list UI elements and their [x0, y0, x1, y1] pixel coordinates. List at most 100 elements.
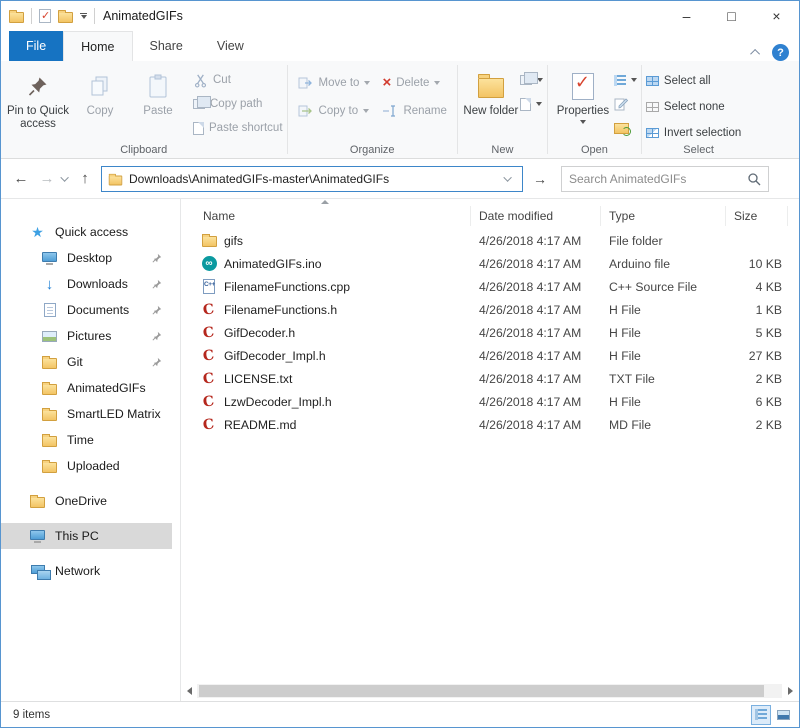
ribbon-strip-right: ?: [753, 44, 799, 61]
details-view-button[interactable]: [751, 705, 771, 725]
group-label: Select: [642, 144, 755, 156]
ribbon-tab[interactable]: Home: [63, 31, 132, 61]
move-to-button[interactable]: Move to: [298, 76, 371, 90]
table-row[interactable]: FilenameFunctions.h 4/26/2018 4:17 AM H …: [193, 298, 799, 321]
address-bar[interactable]: Downloads\AnimatedGIFs-master\AnimatedGI…: [101, 166, 523, 192]
table-row[interactable]: GifDecoder.h 4/26/2018 4:17 AM H File 5 …: [193, 321, 799, 344]
ribbon-tab[interactable]: File: [9, 31, 63, 61]
table-row[interactable]: FilenameFunctions.cpp 4/26/2018 4:17 AM …: [193, 275, 799, 298]
copy-to-button[interactable]: Copy to: [298, 104, 371, 118]
table-row[interactable]: LICENSE.txt 4/26/2018 4:17 AM TXT File 2…: [193, 367, 799, 390]
sidebar-item[interactable]: This PC: [1, 523, 172, 549]
sidebar-item[interactable]: Time: [1, 427, 180, 453]
invert-selection-button[interactable]: Invert selection: [646, 123, 741, 142]
new-folder-button[interactable]: New folder: [462, 64, 520, 142]
select-none-button[interactable]: Select none: [646, 98, 741, 117]
search-input[interactable]: [569, 172, 747, 186]
horizontal-scrollbar[interactable]: [181, 684, 798, 698]
properties-button[interactable]: Properties: [552, 64, 614, 142]
explorer-window: AnimatedGIFs – □ × File Home Share View …: [0, 0, 800, 728]
file-icon: [201, 348, 217, 364]
file-size: 4 KB: [726, 280, 788, 294]
qat-new-folder-icon[interactable]: [58, 12, 73, 23]
close-button[interactable]: ×: [754, 1, 799, 31]
go-button[interactable]: →: [529, 166, 551, 192]
scrollbar-thumb[interactable]: [199, 685, 764, 697]
sidebar-item-label: Git: [67, 355, 83, 369]
sidebar-item[interactable]: Documents: [1, 297, 180, 323]
scrollbar-track[interactable]: [197, 684, 782, 698]
copy-path-button[interactable]: Copy path: [193, 94, 283, 114]
file-size: 1 KB: [726, 303, 788, 317]
thumbnails-view-button[interactable]: [773, 705, 793, 725]
collapse-ribbon-icon[interactable]: [750, 49, 760, 59]
sidebar-item-label: This PC: [55, 529, 99, 543]
delete-button[interactable]: × Delete: [382, 76, 446, 90]
history-icon: [614, 123, 629, 134]
sidebar-item-icon: [29, 563, 46, 580]
table-row[interactable]: LzwDecoder_Impl.h 4/26/2018 4:17 AM H Fi…: [193, 390, 799, 413]
sidebar-item-label: OneDrive: [55, 494, 107, 508]
sidebar-item[interactable]: Network: [1, 558, 180, 584]
sidebar-item[interactable]: AnimatedGIFs: [1, 375, 180, 401]
back-button[interactable]: ←: [11, 170, 31, 187]
copy-button[interactable]: Copy: [71, 64, 129, 142]
edit-button[interactable]: [614, 94, 637, 114]
invert-selection-icon: [646, 128, 659, 138]
table-row[interactable]: gifs 4/26/2018 4:17 AM File folder: [193, 229, 799, 252]
file-icon: [201, 371, 217, 387]
cut-button[interactable]: Cut: [193, 70, 283, 90]
table-row[interactable]: README.md 4/26/2018 4:17 AM MD File 2 KB: [193, 413, 799, 436]
new-item-button[interactable]: [520, 70, 543, 90]
minimize-button[interactable]: –: [664, 1, 709, 31]
qat-customize-icon[interactable]: [80, 13, 87, 19]
sort-ascending-icon[interactable]: [321, 200, 329, 205]
table-row[interactable]: AnimatedGIFs.ino 4/26/2018 4:17 AM Ardui…: [193, 252, 799, 275]
scroll-right-icon[interactable]: [782, 684, 798, 698]
search-box[interactable]: [561, 166, 769, 192]
history-button[interactable]: [614, 118, 637, 138]
navigation-pane: Quick access Desktop Downloads: [1, 199, 181, 701]
sidebar-item-icon: [41, 328, 58, 345]
paste-shortcut-button[interactable]: Paste shortcut: [193, 118, 283, 138]
help-icon[interactable]: ?: [772, 44, 789, 61]
sidebar-item[interactable]: Git: [1, 349, 180, 375]
move-to-icon: [298, 76, 314, 90]
maximize-button[interactable]: □: [709, 1, 754, 31]
column-header-size[interactable]: Size: [726, 206, 788, 226]
ribbon-tab[interactable]: Share: [133, 31, 200, 61]
sidebar-item[interactable]: Quick access: [1, 219, 180, 245]
easy-access-button[interactable]: [520, 94, 543, 114]
sidebar-item[interactable]: OneDrive: [1, 488, 180, 514]
select-all-button[interactable]: Select all: [646, 72, 741, 91]
sidebar-item[interactable]: Uploaded: [1, 453, 180, 479]
column-header-date-modified[interactable]: Date modified: [471, 206, 601, 226]
recent-locations-icon[interactable]: [60, 173, 68, 181]
address-dropdown-icon[interactable]: [500, 176, 518, 182]
ribbon-tabs: File Home Share View: [9, 31, 261, 61]
up-button[interactable]: ↑: [75, 170, 95, 187]
ribbon-tab[interactable]: View: [200, 31, 261, 61]
sidebar-item[interactable]: Downloads: [1, 271, 180, 297]
file-icon: [201, 302, 217, 318]
forward-button[interactable]: →: [37, 170, 57, 187]
quick-access-toolbar: [9, 8, 95, 24]
pin-to-quick-access-button[interactable]: Pin to Quick access: [5, 64, 71, 142]
address-path: Downloads\AnimatedGIFs-master\AnimatedGI…: [129, 172, 494, 186]
properties-icon: [572, 69, 594, 103]
scroll-left-icon[interactable]: [181, 684, 197, 698]
sidebar-item[interactable]: Pictures: [1, 323, 180, 349]
table-row[interactable]: GifDecoder_Impl.h 4/26/2018 4:17 AM H Fi…: [193, 344, 799, 367]
pin-icon: [26, 69, 50, 103]
pin-icon: [152, 331, 162, 341]
rename-button[interactable]: Rename: [382, 104, 446, 118]
column-header-name[interactable]: Name: [193, 206, 471, 226]
view-buttons: [751, 705, 793, 725]
file-date-modified: 4/26/2018 4:17 AM: [471, 418, 601, 432]
qat-properties-icon[interactable]: [39, 9, 51, 23]
paste-button[interactable]: Paste: [129, 64, 187, 142]
column-header-type[interactable]: Type: [601, 206, 726, 226]
open-button[interactable]: [614, 70, 637, 90]
sidebar-item[interactable]: SmartLED Matrix: [1, 401, 180, 427]
sidebar-item[interactable]: Desktop: [1, 245, 180, 271]
